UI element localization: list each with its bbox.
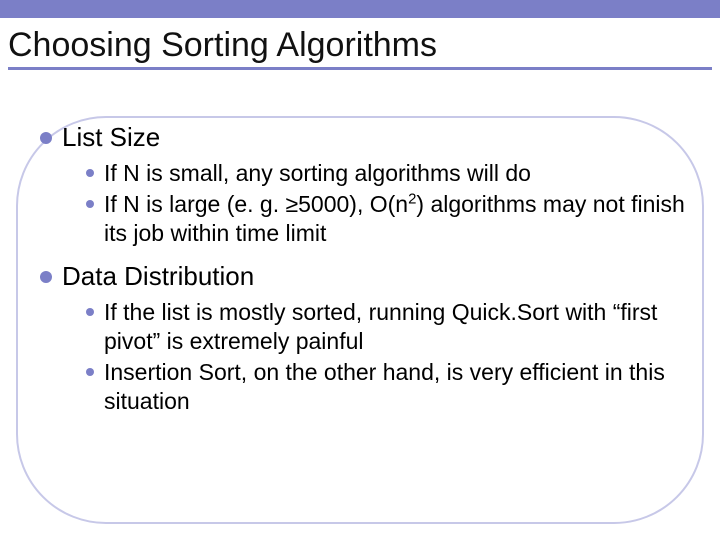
content: List Size If N is small, any sorting alg… (40, 122, 692, 417)
slide-title: Choosing Sorting Algorithms (8, 26, 712, 65)
bullet-icon (86, 169, 94, 177)
list-item-text: Insertion Sort, on the other hand, is ve… (104, 358, 686, 416)
bullet-icon (86, 308, 94, 316)
topic-list-size: List Size (40, 122, 692, 153)
list-item: If N is small, any sorting algorithms wi… (86, 159, 686, 188)
bullet-icon (86, 368, 94, 376)
accent-bar (0, 0, 720, 18)
list-item-text: If N is small, any sorting algorithms wi… (104, 159, 531, 188)
bullet-icon (86, 200, 94, 208)
list-item: Insertion Sort, on the other hand, is ve… (86, 358, 686, 416)
title-area: Choosing Sorting Algorithms (0, 18, 720, 80)
bullet-icon (40, 132, 52, 144)
title-underline (8, 67, 712, 70)
topic-data-distribution: Data Distribution (40, 261, 692, 292)
list-item: If the list is mostly sorted, running Qu… (86, 298, 686, 356)
topic-heading: List Size (62, 122, 160, 153)
topic-heading: Data Distribution (62, 261, 254, 292)
list-item-text: If N is large (e. g. ≥5000), O(n2) algor… (104, 190, 686, 248)
list-item-text: If the list is mostly sorted, running Qu… (104, 298, 686, 356)
list-item: If N is large (e. g. ≥5000), O(n2) algor… (86, 190, 686, 248)
bullet-icon (40, 271, 52, 283)
